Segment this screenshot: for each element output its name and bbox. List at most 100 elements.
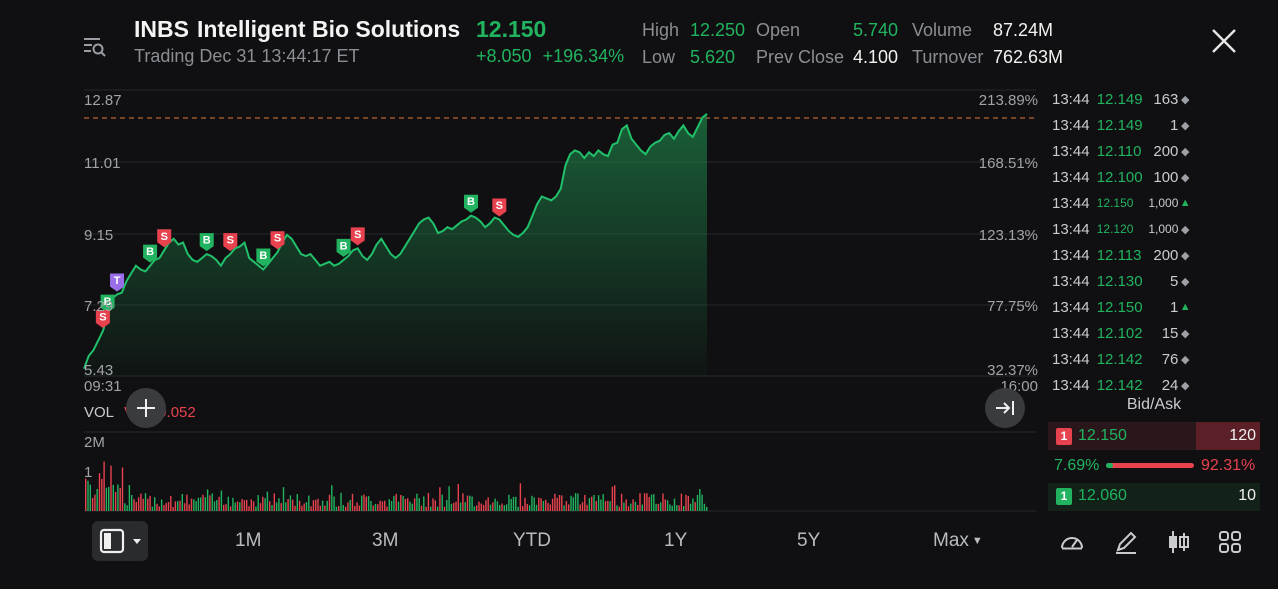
volume-bar	[655, 503, 657, 511]
buy-marker[interactable]: B	[199, 233, 214, 252]
ask-price: 12.150	[1078, 427, 1127, 444]
gauge-icon[interactable]	[1058, 528, 1086, 556]
volume-bar	[356, 502, 358, 511]
volume-bar	[586, 504, 588, 511]
volume-bar	[469, 495, 471, 511]
timeframe-max[interactable]: Max ▼	[933, 530, 983, 552]
timeframe-1y[interactable]: 1Y	[664, 530, 687, 552]
timeframe-5y[interactable]: 5Y	[797, 530, 820, 552]
volume-bar	[280, 503, 282, 511]
trade-qty: 1	[1170, 298, 1179, 316]
volume-bar	[499, 505, 501, 511]
bid-price: 12.060	[1078, 487, 1127, 504]
trade-time: 13:44	[1052, 350, 1090, 368]
sell-marker[interactable]: S	[492, 198, 507, 217]
candlestick-icon[interactable]	[1164, 528, 1192, 556]
volume-bar	[188, 504, 190, 511]
volume-bar	[453, 502, 455, 511]
bid-ask-ratio-bar	[1106, 463, 1194, 468]
volume-bar	[600, 499, 602, 511]
trade-tape-row: 13:44 12.130 5 ◆	[1052, 268, 1192, 294]
volume-bar	[561, 495, 563, 511]
buy-marker[interactable]: B	[464, 194, 479, 213]
volume-bar	[264, 498, 266, 511]
marker-label: B	[467, 196, 475, 208]
volume-bar	[282, 487, 285, 511]
volume-bar	[485, 500, 487, 511]
marker-label: B	[259, 250, 267, 262]
volume-bar	[114, 492, 117, 511]
volume-bar	[154, 497, 156, 511]
volume-bar	[243, 500, 246, 511]
timeframe-1m[interactable]: 1M	[235, 530, 261, 552]
volume-bar	[397, 501, 400, 511]
arrow-to-end-icon	[996, 401, 1014, 415]
volume-bar	[505, 504, 508, 511]
volume-bar	[278, 498, 280, 511]
price-tick: 9.15	[84, 227, 114, 244]
close-icon[interactable]	[1208, 25, 1240, 57]
volume-bar	[232, 497, 234, 511]
add-indicator-button[interactable]	[126, 388, 166, 428]
volume-bar	[568, 504, 570, 511]
draw-pen-icon[interactable]	[1112, 528, 1140, 556]
volume-bar	[430, 506, 432, 511]
timeframe-3m[interactable]: 3M	[372, 530, 398, 552]
volume-bar	[209, 495, 211, 511]
volume-bar	[87, 480, 89, 511]
volume-bar	[512, 496, 515, 511]
buy-marker[interactable]: B	[336, 238, 351, 257]
volume-bar	[540, 498, 542, 511]
volume-bar	[365, 496, 367, 511]
trade-qty: 24	[1161, 376, 1179, 394]
volume-bar	[140, 493, 142, 511]
price-chart[interactable]: BSBTBSBSBSBSBS	[0, 0, 1040, 520]
volume-bar	[630, 503, 632, 511]
volume-bar	[411, 503, 413, 511]
sell-marker[interactable]: S	[350, 227, 365, 246]
volume-bar	[487, 497, 489, 511]
volume-bar	[179, 500, 181, 511]
volume-bar	[384, 500, 386, 511]
trade-time: 13:44	[1052, 194, 1090, 212]
volume-bar	[200, 497, 202, 511]
volume-bar	[471, 496, 473, 511]
volume-bar	[213, 501, 216, 511]
volume-bar	[340, 492, 342, 511]
volume-bar	[135, 502, 137, 511]
layout-toggle-button[interactable]	[92, 521, 148, 561]
grid-menu-icon[interactable]	[1216, 528, 1244, 556]
volume-bar	[701, 494, 703, 511]
volume-bar	[367, 496, 370, 511]
volume-bar	[662, 493, 664, 511]
volume-bar	[172, 507, 174, 511]
trade-qty: 100	[1153, 168, 1179, 186]
trade-price: 12.110	[1096, 142, 1142, 160]
volume-bar	[574, 493, 577, 511]
volume-bar	[149, 495, 151, 511]
volume-bar	[565, 501, 568, 511]
volume-bar	[229, 506, 232, 511]
marker-label: B	[340, 240, 348, 252]
volume-bar	[591, 496, 593, 511]
trade-qty: 200	[1153, 246, 1179, 264]
volume-bar	[623, 502, 625, 511]
marker-label: S	[274, 233, 281, 245]
volume-bar	[248, 506, 250, 511]
volume-bar	[482, 504, 485, 511]
price-tick: 12.87	[84, 92, 122, 109]
volume-bar	[275, 502, 278, 511]
timeframe-ytd[interactable]: YTD	[513, 530, 551, 552]
plus-icon	[137, 399, 155, 417]
volume-bar	[262, 496, 264, 511]
volume-bar	[595, 501, 597, 511]
trade-qty: 5	[1170, 272, 1179, 290]
volume-bar	[308, 495, 310, 511]
volume-bar	[634, 501, 637, 511]
volume-bar	[503, 505, 505, 511]
jump-to-latest-button[interactable]	[985, 388, 1025, 428]
trade-marker[interactable]: T	[110, 273, 125, 292]
volume-bar	[165, 503, 167, 511]
volume-tick: 1	[84, 464, 93, 481]
percent-tick: 123.13%	[978, 227, 1038, 244]
